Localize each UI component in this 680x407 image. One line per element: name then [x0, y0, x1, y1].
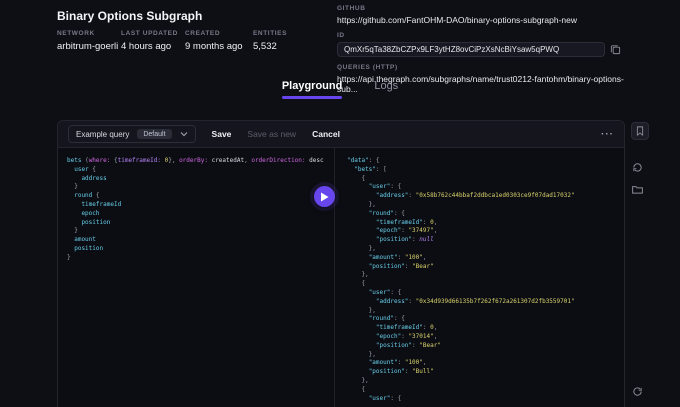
meta-created-value: 9 months ago: [185, 41, 243, 52]
meta-last-updated: LAST UPDATED 4 hours ago: [121, 30, 185, 52]
example-query-selector[interactable]: Example query Default: [68, 125, 196, 143]
bookmark-icon: [634, 125, 646, 137]
meta-network-value: arbitrum-goerli: [57, 41, 119, 52]
meta-last-updated-value: 4 hours ago: [121, 41, 172, 52]
save-query-bookmark-button[interactable]: [631, 122, 649, 140]
page-title: Binary Options Subgraph: [57, 9, 203, 23]
meta-network-label: NETWORK: [57, 30, 95, 37]
queries-http-label: QUERIES (HTTP): [337, 64, 398, 71]
id-row: QmXr5qTa38ZbCZPx9LF3ytHZ8ovCiPzXsNcBiYsa…: [337, 42, 637, 57]
play-icon: [320, 192, 329, 202]
more-options-button[interactable]: ···: [601, 129, 614, 140]
query-editor[interactable]: bets (where: {timeframeId: 0}, orderBy: …: [58, 148, 334, 407]
id-field: QmXr5qTa38ZbCZPx9LF3ytHZ8ovCiPzXsNcBiYsa…: [337, 42, 605, 57]
playground-toolbar: Example query Default Save Save as new C…: [58, 121, 624, 148]
chevron-down-icon: [180, 131, 188, 137]
refresh-icon: [631, 385, 644, 398]
meta-entities: ENTITIES 5,532: [253, 30, 287, 52]
query-history-button[interactable]: [631, 161, 644, 174]
tab-logs[interactable]: Logs: [374, 80, 398, 99]
github-label: GITHUB: [337, 5, 366, 12]
refresh-results-button[interactable]: [631, 385, 644, 398]
tab-playground[interactable]: Playground: [281, 80, 342, 99]
meta-created-label: CREATED: [185, 30, 221, 37]
playground-panel: Example query Default Save Save as new C…: [57, 120, 625, 407]
folder-icon: [631, 183, 644, 196]
meta-network: NETWORK arbitrum-goerli: [57, 30, 121, 52]
copy-id-button[interactable]: [610, 44, 621, 55]
github-link[interactable]: https://github.com/FantOHM-DAO/binary-op…: [337, 15, 637, 25]
tabs-bar: Playground Logs: [0, 80, 680, 99]
example-query-label: Example query: [76, 129, 130, 139]
playground-editors: bets (where: {timeframeId: 0}, orderBy: …: [58, 148, 624, 407]
meta-entities-value: 5,532: [253, 41, 277, 52]
run-query-button[interactable]: [314, 186, 335, 207]
query-default-badge: Default: [137, 129, 172, 139]
meta-entities-label: ENTITIES: [253, 30, 288, 37]
meta-last-updated-label: LAST UPDATED: [121, 30, 178, 37]
subgraph-meta: NETWORK arbitrum-goerli LAST UPDATED 4 h…: [57, 30, 287, 52]
copy-icon: [610, 44, 621, 55]
history-icon: [631, 161, 644, 174]
results-panel: "data": { "bets": [ { "user": { "address…: [347, 157, 575, 402]
saved-queries-folder-button[interactable]: [631, 183, 644, 196]
cancel-button[interactable]: Cancel: [312, 129, 340, 139]
id-label: ID: [337, 32, 345, 39]
save-button[interactable]: Save: [212, 129, 232, 139]
save-as-new-button[interactable]: Save as new: [247, 129, 296, 139]
meta-created: CREATED 9 months ago: [185, 30, 253, 52]
